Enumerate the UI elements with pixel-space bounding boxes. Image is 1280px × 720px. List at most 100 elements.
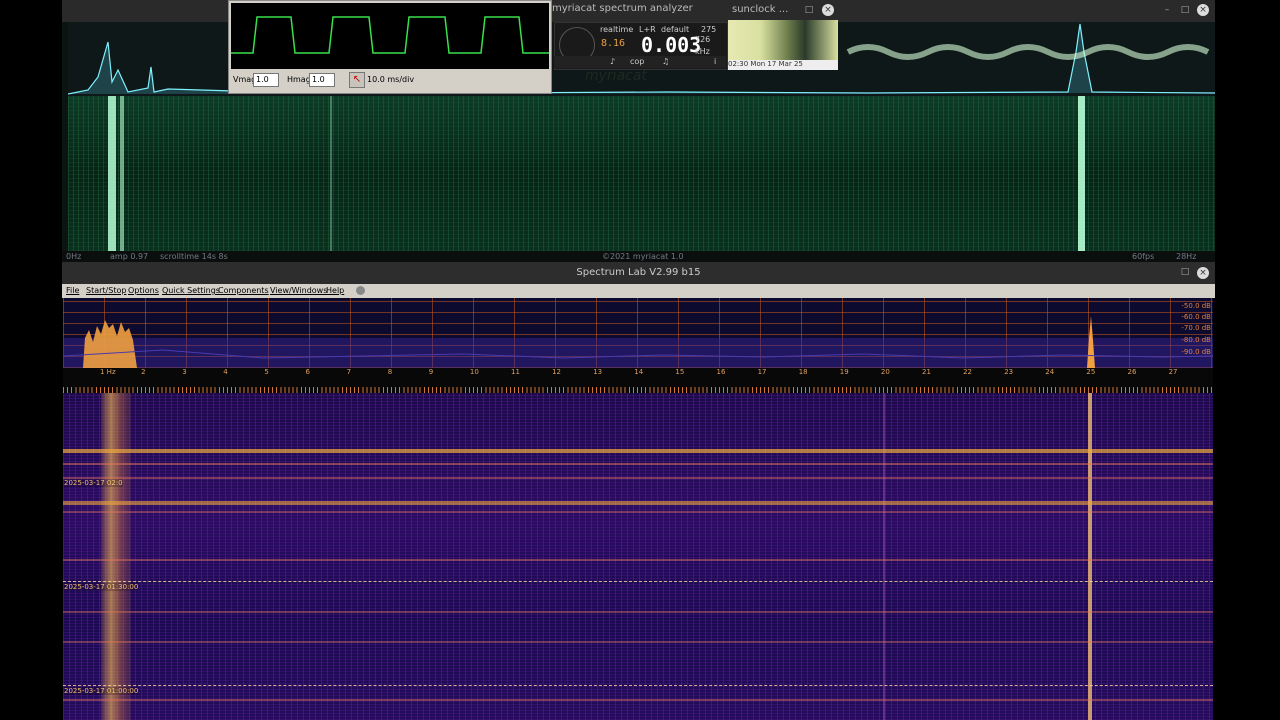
- menu-quick-settings[interactable]: Quick Settings: [162, 286, 220, 295]
- status-fps: 60fps: [1132, 252, 1155, 261]
- waterfall-band: [63, 559, 1213, 561]
- minimize-icon[interactable]: –: [1162, 5, 1172, 15]
- sunclock-map: [728, 20, 838, 60]
- waterfall-band: [63, 463, 1213, 465]
- oscilloscope-window: Vmag 1.0 Hmag 1.0 ↖ 10.0 ms/div: [228, 0, 552, 94]
- vmag-input[interactable]: 1.0: [253, 73, 279, 87]
- freq-tick-label: 12: [552, 368, 562, 376]
- freq-tick-label: 2: [141, 368, 146, 376]
- frequency-axis: 1 Hz 2 3 4 5 6 7 8 9 10 11 12 13 14 15 16 17 18 19 20 21 22 23…: [63, 368, 1213, 393]
- freq-tick-label: 13: [593, 368, 603, 376]
- spectrumlab-waterfall: 2025-03-17 02:0 2025-03-17 01:30:00 2025…: [63, 393, 1213, 720]
- db-label: -50.0 dB: [1181, 302, 1211, 310]
- readout-count: 275: [701, 25, 717, 34]
- cop-button[interactable]: cop: [630, 57, 644, 66]
- hmag-label: Hmag: [287, 75, 311, 84]
- menu-file[interactable]: File: [66, 286, 79, 295]
- maximize-icon[interactable]: □: [1180, 267, 1190, 277]
- cursor-icon[interactable]: ↖: [349, 72, 365, 88]
- status-center: ©2021 myriacat 1.0: [602, 252, 684, 261]
- readout-value: 0.003: [641, 33, 702, 57]
- maximize-icon[interactable]: □: [1180, 5, 1190, 15]
- myriacat-waterfall: [68, 96, 1215, 251]
- waterfall-band: [63, 477, 1213, 479]
- freq-tick-label: 24: [1045, 368, 1055, 376]
- freq-tick-label: 7: [346, 368, 352, 376]
- freq-tick-label: 17: [757, 368, 767, 376]
- menu-help[interactable]: Help: [326, 286, 344, 295]
- oscilloscope-trace: [231, 16, 549, 54]
- freq-tick-label: 21: [922, 368, 931, 376]
- timestamp-label: 2025-03-17 01:00:00: [64, 687, 139, 695]
- status-left: 0Hz: [66, 252, 82, 261]
- sunclock-time: 02:30 Mon 17 Mar 25: [728, 60, 838, 70]
- freq-tick-label: 26: [1127, 368, 1137, 376]
- oscilloscope-screen: [231, 3, 549, 69]
- maximize-icon[interactable]: □: [804, 5, 814, 15]
- waterfall-trace: [120, 96, 124, 251]
- freq-tick-label: 16: [716, 368, 726, 376]
- freq-tick-label: 22: [963, 368, 973, 376]
- waterfall-trace: [1078, 96, 1085, 251]
- waterfall-band: [63, 699, 1213, 701]
- spectrumlab-title: Spectrum Lab V2.99 b15: [576, 267, 701, 278]
- freq-tick-label: 14: [634, 368, 644, 376]
- spectrum-trace: [62, 316, 1214, 368]
- waterfall-band: [63, 611, 1213, 613]
- waterfall-band: [63, 449, 1213, 453]
- mic-icon[interactable]: ♪: [610, 57, 615, 66]
- timestamp-line: [63, 685, 1213, 687]
- freq-tick-label: 20: [880, 368, 890, 376]
- hmag-input[interactable]: 1.0: [309, 73, 335, 87]
- db-label: -70.0 dB: [1181, 324, 1211, 332]
- myriacat-logo: myriacat: [585, 68, 647, 84]
- myriacat-statusbar: 0Hz amp 0.97 scrolltime 14s 8s ©2021 myr…: [62, 251, 1215, 262]
- menu-view-windows[interactable]: View/Windows: [270, 286, 327, 295]
- close-icon[interactable]: ×: [1197, 267, 1209, 279]
- menu-start-stop[interactable]: Start/Stop: [86, 286, 126, 295]
- freq-tick-label: 1 Hz: [100, 368, 116, 376]
- timestamp-label: 2025-03-17 02:0: [64, 479, 123, 487]
- freq-tick-label: 10: [469, 368, 479, 376]
- oscilloscope-controls: Vmag 1.0 Hmag 1.0 ↖ 10.0 ms/div: [231, 71, 549, 91]
- db-label: -60.0 dB: [1181, 313, 1211, 321]
- status-led-icon: [356, 286, 365, 295]
- readout-mode: realtime: [600, 25, 634, 34]
- waterfall-trace: [330, 96, 332, 251]
- status-scroll: scrolltime 14s 8s: [160, 252, 228, 261]
- timestamp-label: 2025-03-17 01:30:00: [64, 583, 139, 591]
- readout-small-value: 726: [695, 35, 711, 44]
- menu-components[interactable]: Components: [218, 286, 269, 295]
- waterfall-band: [883, 393, 885, 720]
- freq-tick-label: 18: [798, 368, 808, 376]
- timebase-label: 10.0 ms/div: [367, 75, 415, 84]
- waterfall-band: [63, 641, 1213, 643]
- menu-options[interactable]: Options: [128, 286, 159, 295]
- freq-tick-label: 23: [1004, 368, 1014, 376]
- close-icon[interactable]: ×: [1197, 4, 1209, 16]
- waterfall-band: [63, 501, 1213, 505]
- freq-tick-label: 3: [182, 368, 187, 376]
- status-right: 28Hz: [1176, 252, 1197, 261]
- freq-tick-label: 15: [675, 368, 685, 376]
- freq-tick-label: 25: [1086, 368, 1096, 376]
- freq-tick-label: 6: [305, 368, 310, 376]
- db-label: -90.0 dB: [1181, 348, 1211, 356]
- waterfall-band: [63, 511, 1213, 513]
- sunclock-title: sunclock ...: [732, 4, 789, 15]
- close-icon[interactable]: ×: [822, 4, 834, 16]
- freq-tick-label: 9: [428, 368, 434, 376]
- freq-tick-label: 4: [223, 368, 228, 376]
- freq-tick-label: 5: [264, 368, 269, 376]
- waterfall-band: [101, 393, 131, 720]
- info-icon[interactable]: i: [714, 57, 716, 66]
- waterfall-band: [1088, 393, 1092, 720]
- spectrumlab-titlebar[interactable]: Spectrum Lab V2.99 b15 □ ×: [62, 262, 1215, 284]
- freq-tick-label: 19: [839, 368, 849, 376]
- freq-tick-label: 8: [387, 368, 393, 376]
- readout-mini: 8.16: [601, 38, 626, 49]
- note-icon[interactable]: ♫: [662, 57, 669, 66]
- sunclock-titlebar[interactable]: sunclock ... □ ×: [728, 0, 838, 20]
- timestamp-line: [63, 581, 1213, 583]
- spectrumlab-spectrum: -50.0 dB -60.0 dB -70.0 dB -80.0 dB -90.…: [62, 298, 1214, 368]
